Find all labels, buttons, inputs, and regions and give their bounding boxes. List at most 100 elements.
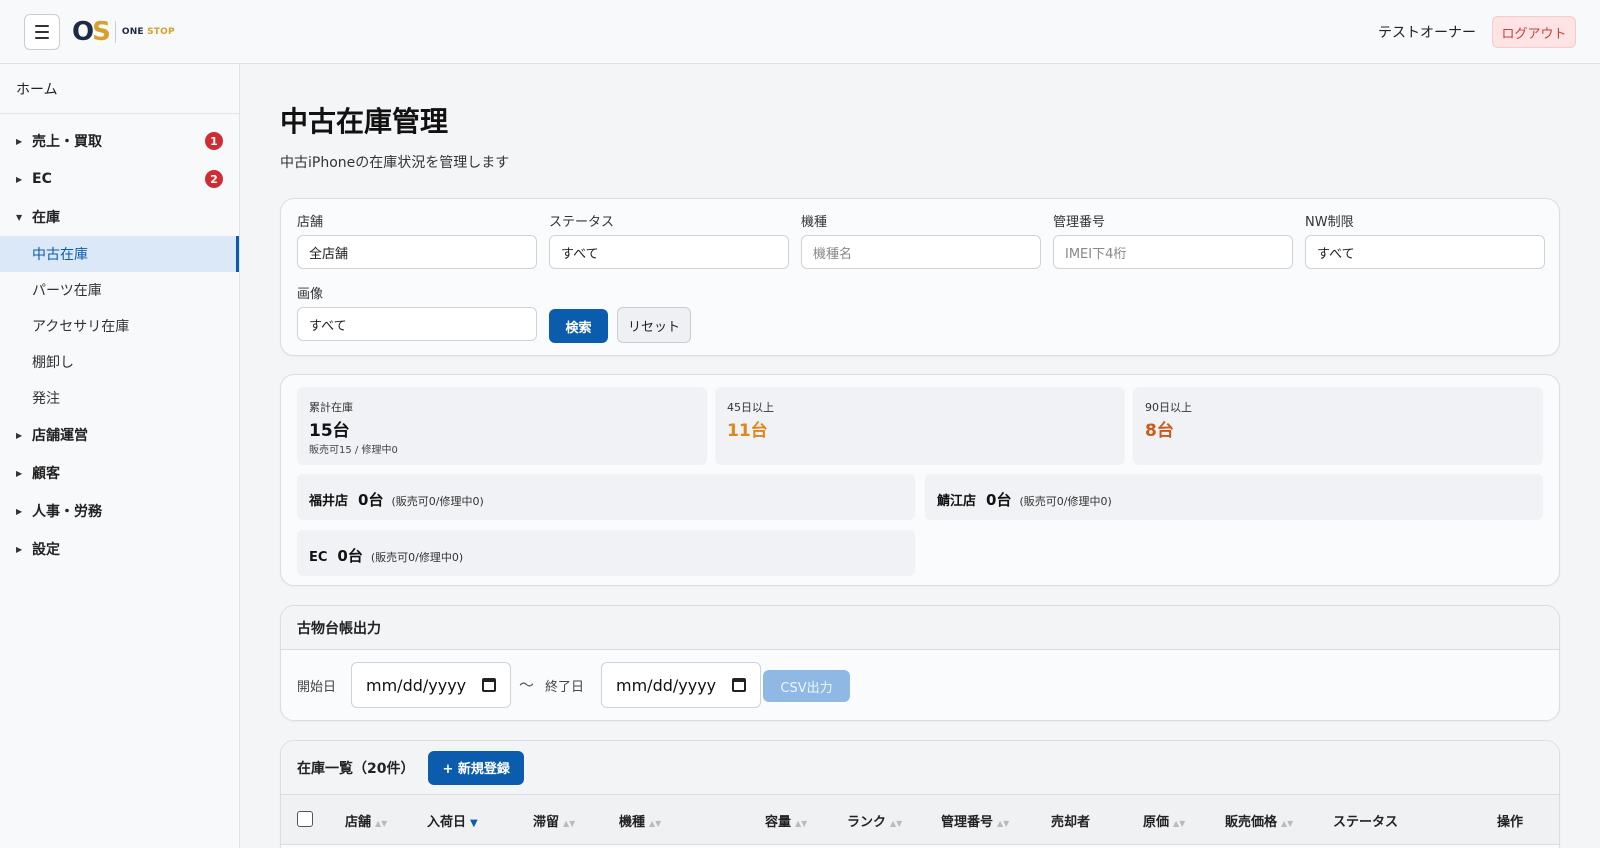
column-header-cost[interactable]: 原価 ▲▼: [1143, 811, 1185, 830]
sidebar-group-sales[interactable]: ▶ 売上・買取 1: [0, 122, 239, 160]
column-header-model[interactable]: 機種 ▲▼: [619, 811, 661, 830]
column-header-seller: 売却者: [1051, 815, 1091, 830]
calendar-icon[interactable]: [732, 678, 746, 692]
status-select[interactable]: すべて: [549, 235, 789, 269]
store-name: 鯖江店: [937, 494, 977, 509]
sort-icon: ▲▼: [649, 819, 662, 828]
inventory-list-header: 在庫一覧（20件） + 新規登録: [281, 741, 1559, 795]
stat-total-value: 15台: [309, 421, 350, 441]
column-header-actions: 操作: [1497, 815, 1524, 830]
caret-right-icon: ▶: [16, 136, 23, 146]
date-range-separator: 〜: [519, 676, 535, 694]
store-detail: (販売可0/修理中0): [391, 495, 484, 508]
sidebar-group-hr[interactable]: ▶ 人事・労務: [0, 492, 239, 530]
stat-over45-label: 45日以上: [727, 401, 774, 414]
top-bar: OS ONE STOP テストオーナー ログアウト: [0, 0, 1600, 64]
column-header-stagnation[interactable]: 滞留 ▲▼: [533, 811, 575, 830]
logo-mark-s: S: [92, 17, 111, 47]
caret-right-icon: ▶: [16, 544, 23, 554]
stat-over90-label: 90日以上: [1145, 401, 1192, 414]
logo[interactable]: OS ONE STOP: [72, 16, 175, 48]
hamburger-menu-button[interactable]: [24, 14, 60, 50]
status-filter-label: ステータス: [549, 215, 615, 230]
stat-total-note: 販売可15 / 修理中0: [309, 445, 398, 456]
table-header: 店舗 ▲▼ 入荷日 ▼ 滞留 ▲▼ 機種 ▲▼ 容量 ▲▼ ランク ▲▼ 管理番号 ▲▼ 売却…: [281, 795, 1559, 845]
store-name: 福井店: [309, 494, 349, 509]
end-date-input[interactable]: mm/dd/yyyy: [601, 662, 761, 708]
store-stat-sabae: 鯖江店 0台 (販売可0/修理中0): [925, 474, 1543, 520]
start-date-placeholder: mm/dd/yyyy: [366, 675, 467, 695]
notification-badge: 2: [205, 170, 223, 188]
caret-right-icon: ▶: [16, 506, 23, 516]
sort-icon: ▲▼: [375, 819, 388, 828]
sidebar-group-label: 店舗運営: [32, 428, 88, 444]
sidebar-item-parts-inventory[interactable]: パーツ在庫: [0, 272, 239, 308]
logo-divider: [114, 21, 116, 43]
notification-badge: 1: [205, 132, 223, 150]
search-button[interactable]: 検索: [549, 309, 608, 343]
sidebar-group-customers[interactable]: ▶ 顧客: [0, 454, 239, 492]
sort-icon: ▲▼: [890, 819, 903, 828]
ledger-export-title: 古物台帳出力: [281, 606, 1559, 650]
column-header-sale-price[interactable]: 販売価格 ▲▼: [1225, 811, 1293, 830]
hamburger-icon-line: [35, 31, 49, 33]
store-count: 0台: [986, 491, 1012, 509]
stat-total: 累計在庫 15台 販売可15 / 修理中0: [297, 387, 707, 465]
sidebar: ホーム ▶ 売上・買取 1 ▶ EC 2 ▼ 在庫 中古在庫 パーツ在庫 アクセ…: [0, 64, 240, 848]
model-input[interactable]: 機種名: [801, 235, 1041, 269]
main-content: 中古在庫管理 中古iPhoneの在庫状況を管理します 店舗 全店舗 ステータス …: [240, 64, 1600, 848]
model-filter-label: 機種: [801, 215, 828, 230]
nw-select[interactable]: すべて: [1305, 235, 1545, 269]
stat-over90-value: 8台: [1145, 421, 1174, 441]
start-date-label: 開始日: [297, 680, 337, 695]
store-stat-ec: EC 0台 (販売可0/修理中0): [297, 530, 915, 576]
logo-mark: OS: [72, 17, 111, 47]
sidebar-group-store-ops[interactable]: ▶ 店舗運営: [0, 416, 239, 454]
sidebar-item-home[interactable]: ホーム: [0, 64, 239, 114]
logo-text-one: ONE: [121, 27, 144, 37]
stat-over45: 45日以上 11台: [715, 387, 1125, 465]
sidebar-group-settings[interactable]: ▶ 設定: [0, 530, 239, 568]
column-header-capacity[interactable]: 容量 ▲▼: [765, 811, 807, 830]
reset-button[interactable]: リセット: [617, 307, 691, 343]
mgmt-no-filter-label: 管理番号: [1053, 215, 1106, 230]
csv-export-button[interactable]: CSV出力: [763, 670, 850, 702]
inventory-list-title: 在庫一覧（20件）: [297, 760, 415, 777]
sidebar-item-orders[interactable]: 発注: [0, 380, 239, 416]
filter-card: 店舗 全店舗 ステータス すべて 機種 機種名 管理番号 IMEI下4桁 NW制…: [280, 198, 1560, 356]
sort-icon: ▲▼: [997, 819, 1010, 828]
stat-total-label: 累計在庫: [309, 401, 353, 414]
column-header-store[interactable]: 店舗 ▲▼: [345, 811, 387, 830]
calendar-icon[interactable]: [482, 678, 496, 692]
end-date-placeholder: mm/dd/yyyy: [616, 675, 717, 695]
sort-icon: ▲▼: [1281, 819, 1294, 828]
hamburger-icon: [35, 25, 49, 27]
new-registration-button[interactable]: + 新規登録: [428, 750, 524, 785]
sidebar-item-stocktake[interactable]: 棚卸し: [0, 344, 239, 380]
sidebar-group-inventory[interactable]: ▼ 在庫: [0, 198, 239, 236]
store-select[interactable]: 全店舗: [297, 235, 537, 269]
select-all-checkbox[interactable]: [297, 811, 313, 827]
nw-filter-label: NW制限: [1305, 215, 1354, 230]
column-header-status: ステータス: [1333, 815, 1399, 830]
store-detail: (販売可0/修理中0): [370, 551, 464, 564]
start-date-input[interactable]: mm/dd/yyyy: [351, 662, 511, 708]
column-header-rank[interactable]: ランク ▲▼: [847, 811, 902, 830]
store-count: 0台: [337, 547, 363, 565]
image-filter-label: 画像: [297, 287, 324, 302]
sidebar-group-label: 設定: [32, 542, 60, 558]
sidebar-group-ec[interactable]: ▶ EC 2: [0, 160, 239, 198]
logout-button[interactable]: ログアウト: [1492, 16, 1576, 48]
mgmt-no-input[interactable]: IMEI下4桁: [1053, 235, 1293, 269]
sort-icon: ▲▼: [1173, 819, 1186, 828]
sidebar-item-used-inventory[interactable]: 中古在庫: [0, 236, 239, 272]
stat-over90: 90日以上 8台: [1133, 387, 1543, 465]
image-select[interactable]: すべて: [297, 307, 537, 341]
sidebar-item-accessory-inventory[interactable]: アクセサリ在庫: [0, 308, 239, 344]
column-header-arrival-date[interactable]: 入荷日 ▼: [427, 811, 478, 830]
user-name: テストオーナー: [1378, 25, 1476, 41]
column-header-mgmt-no[interactable]: 管理番号 ▲▼: [941, 811, 1009, 830]
sort-icon: ▲▼: [563, 819, 576, 828]
end-date-label: 終了日: [545, 680, 585, 695]
sidebar-group-label: 売上・買取: [32, 134, 102, 150]
